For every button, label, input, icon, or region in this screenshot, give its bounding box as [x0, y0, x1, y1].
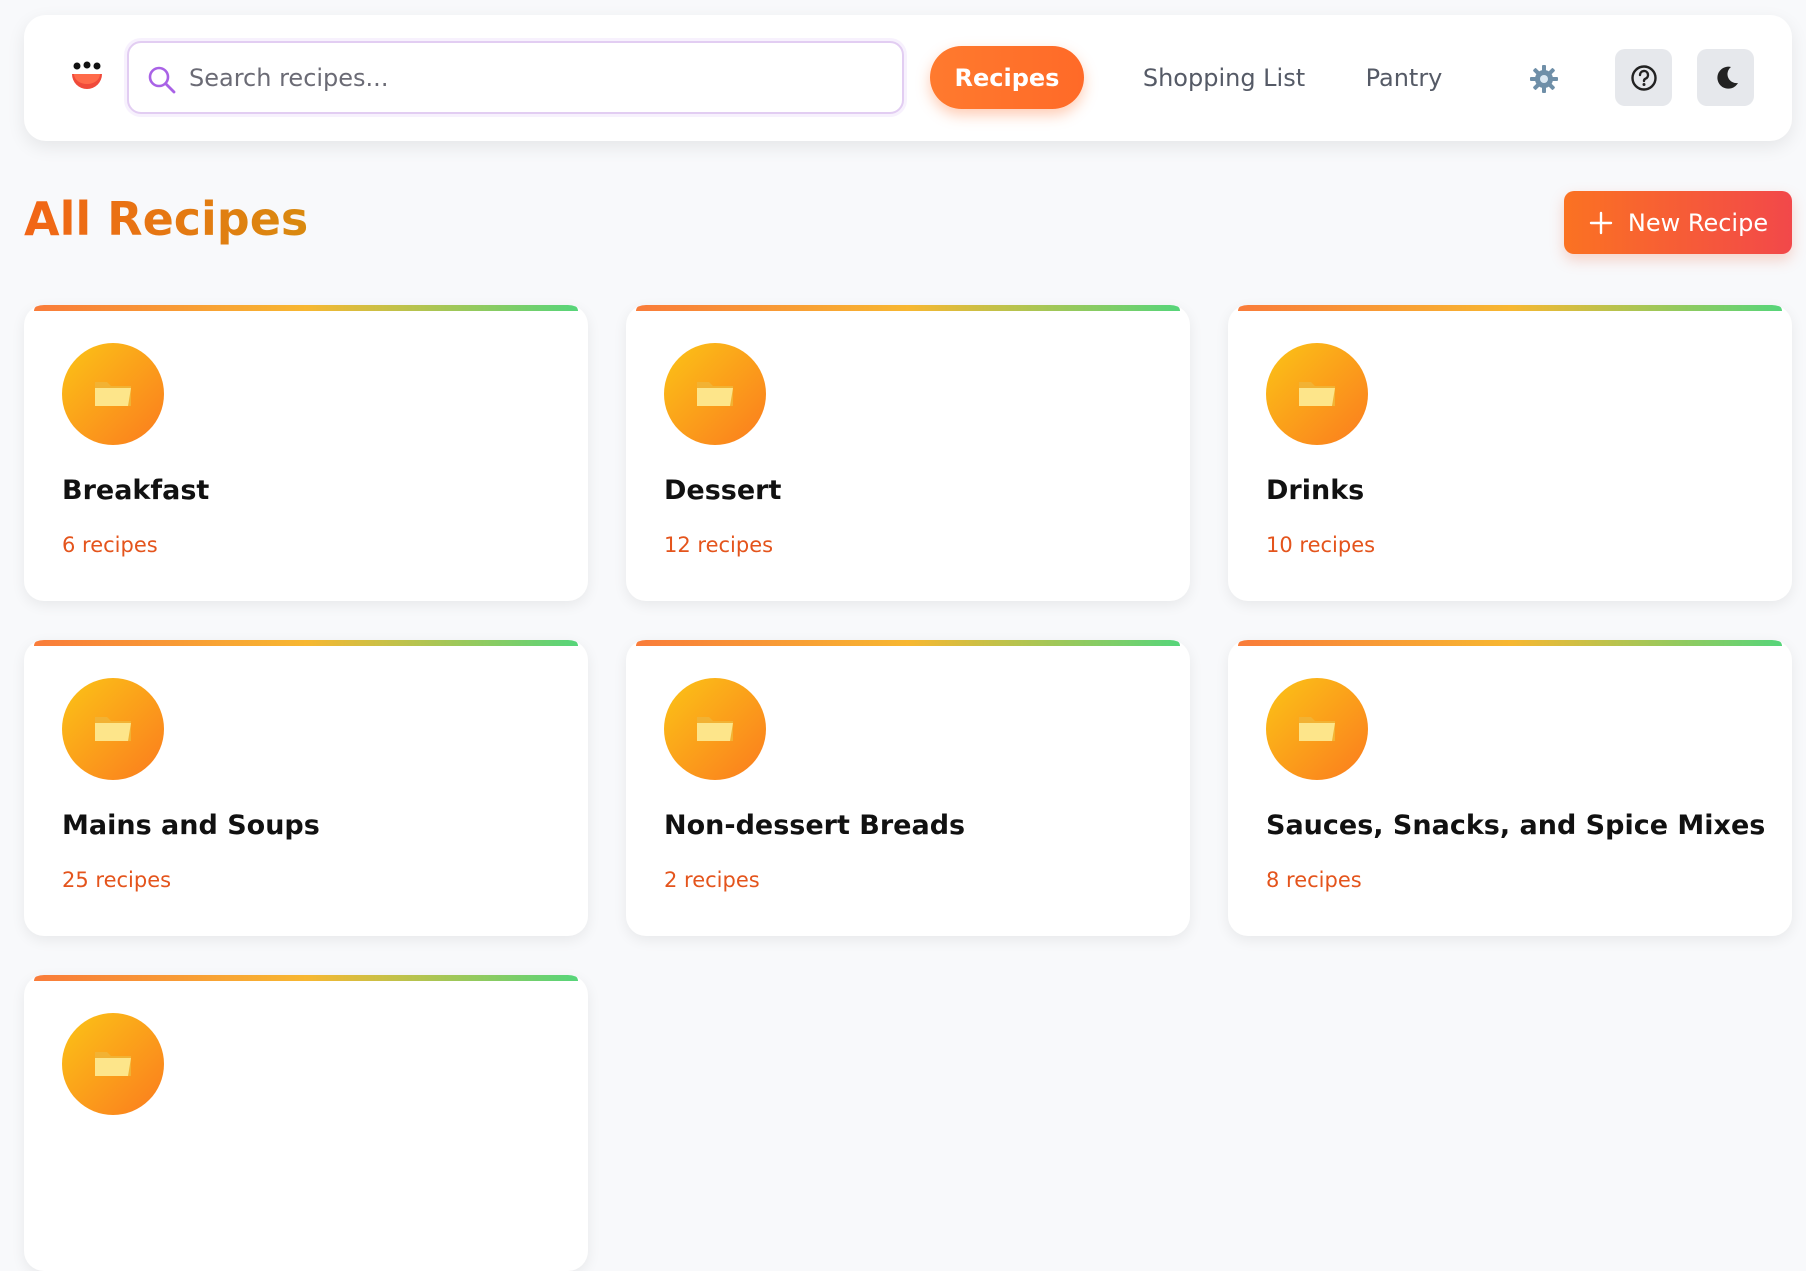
category-title: Dessert [664, 475, 782, 506]
category-recipe-count: 8 recipes [1266, 868, 1362, 892]
category-card[interactable]: Dessert 12 recipes [626, 305, 1190, 601]
category-icon-circle [62, 1013, 164, 1115]
category-recipe-count: 10 recipes [1266, 533, 1376, 557]
nav-recipes-tab[interactable]: Recipes [930, 46, 1084, 109]
category-icon-circle [1266, 678, 1368, 780]
category-card[interactable]: Drinks 10 recipes [1228, 305, 1792, 601]
folder-icon [91, 372, 135, 416]
category-icon-circle [664, 343, 766, 445]
nav-pantry-tab[interactable]: Pantry [1344, 46, 1464, 109]
dark-mode-toggle[interactable] [1697, 49, 1754, 106]
category-card[interactable] [24, 975, 588, 1271]
plus-icon [1589, 211, 1613, 234]
category-card[interactable]: Breakfast 6 recipes [24, 305, 588, 601]
category-title: Sauces, Snacks, and Spice Mixes [1266, 810, 1766, 841]
search-input[interactable] [189, 53, 889, 103]
category-icon-circle [62, 343, 164, 445]
page-title: All Recipes [24, 192, 309, 246]
search-box[interactable] [127, 41, 904, 114]
category-card[interactable]: Sauces, Snacks, and Spice Mixes 8 recipes [1228, 640, 1792, 936]
category-recipe-count: 6 recipes [62, 533, 158, 557]
gear-icon[interactable] [1524, 59, 1564, 99]
app-logo-icon[interactable] [68, 59, 106, 97]
category-recipe-count: 2 recipes [664, 868, 760, 892]
folder-icon [1295, 707, 1339, 751]
category-title: Non-dessert Breads [664, 810, 966, 841]
category-icon-circle [62, 678, 164, 780]
category-title: Breakfast [62, 475, 210, 506]
category-recipe-count: 12 recipes [664, 533, 774, 557]
top-navigation-bar: Recipes Shopping List Pantry [24, 15, 1792, 141]
category-icon-circle [1266, 343, 1368, 445]
help-icon [1630, 64, 1657, 91]
moon-icon [1716, 66, 1738, 89]
category-icon-circle [664, 678, 766, 780]
folder-icon [693, 372, 737, 416]
category-recipe-count: 25 recipes [62, 868, 172, 892]
category-title: Drinks [1266, 475, 1365, 506]
new-recipe-label: New Recipe [1627, 208, 1769, 237]
category-card[interactable]: Non-dessert Breads 2 recipes [626, 640, 1190, 936]
nav-shopping-list-tab[interactable]: Shopping List [1114, 46, 1334, 109]
folder-icon [91, 1042, 135, 1086]
search-icon [148, 66, 176, 94]
folder-icon [693, 707, 737, 751]
new-recipe-button[interactable]: New Recipe [1564, 191, 1792, 254]
folder-icon [1295, 372, 1339, 416]
folder-icon [91, 707, 135, 751]
help-button[interactable] [1615, 49, 1672, 106]
category-title: Mains and Soups [62, 810, 320, 841]
category-card[interactable]: Mains and Soups 25 recipes [24, 640, 588, 936]
